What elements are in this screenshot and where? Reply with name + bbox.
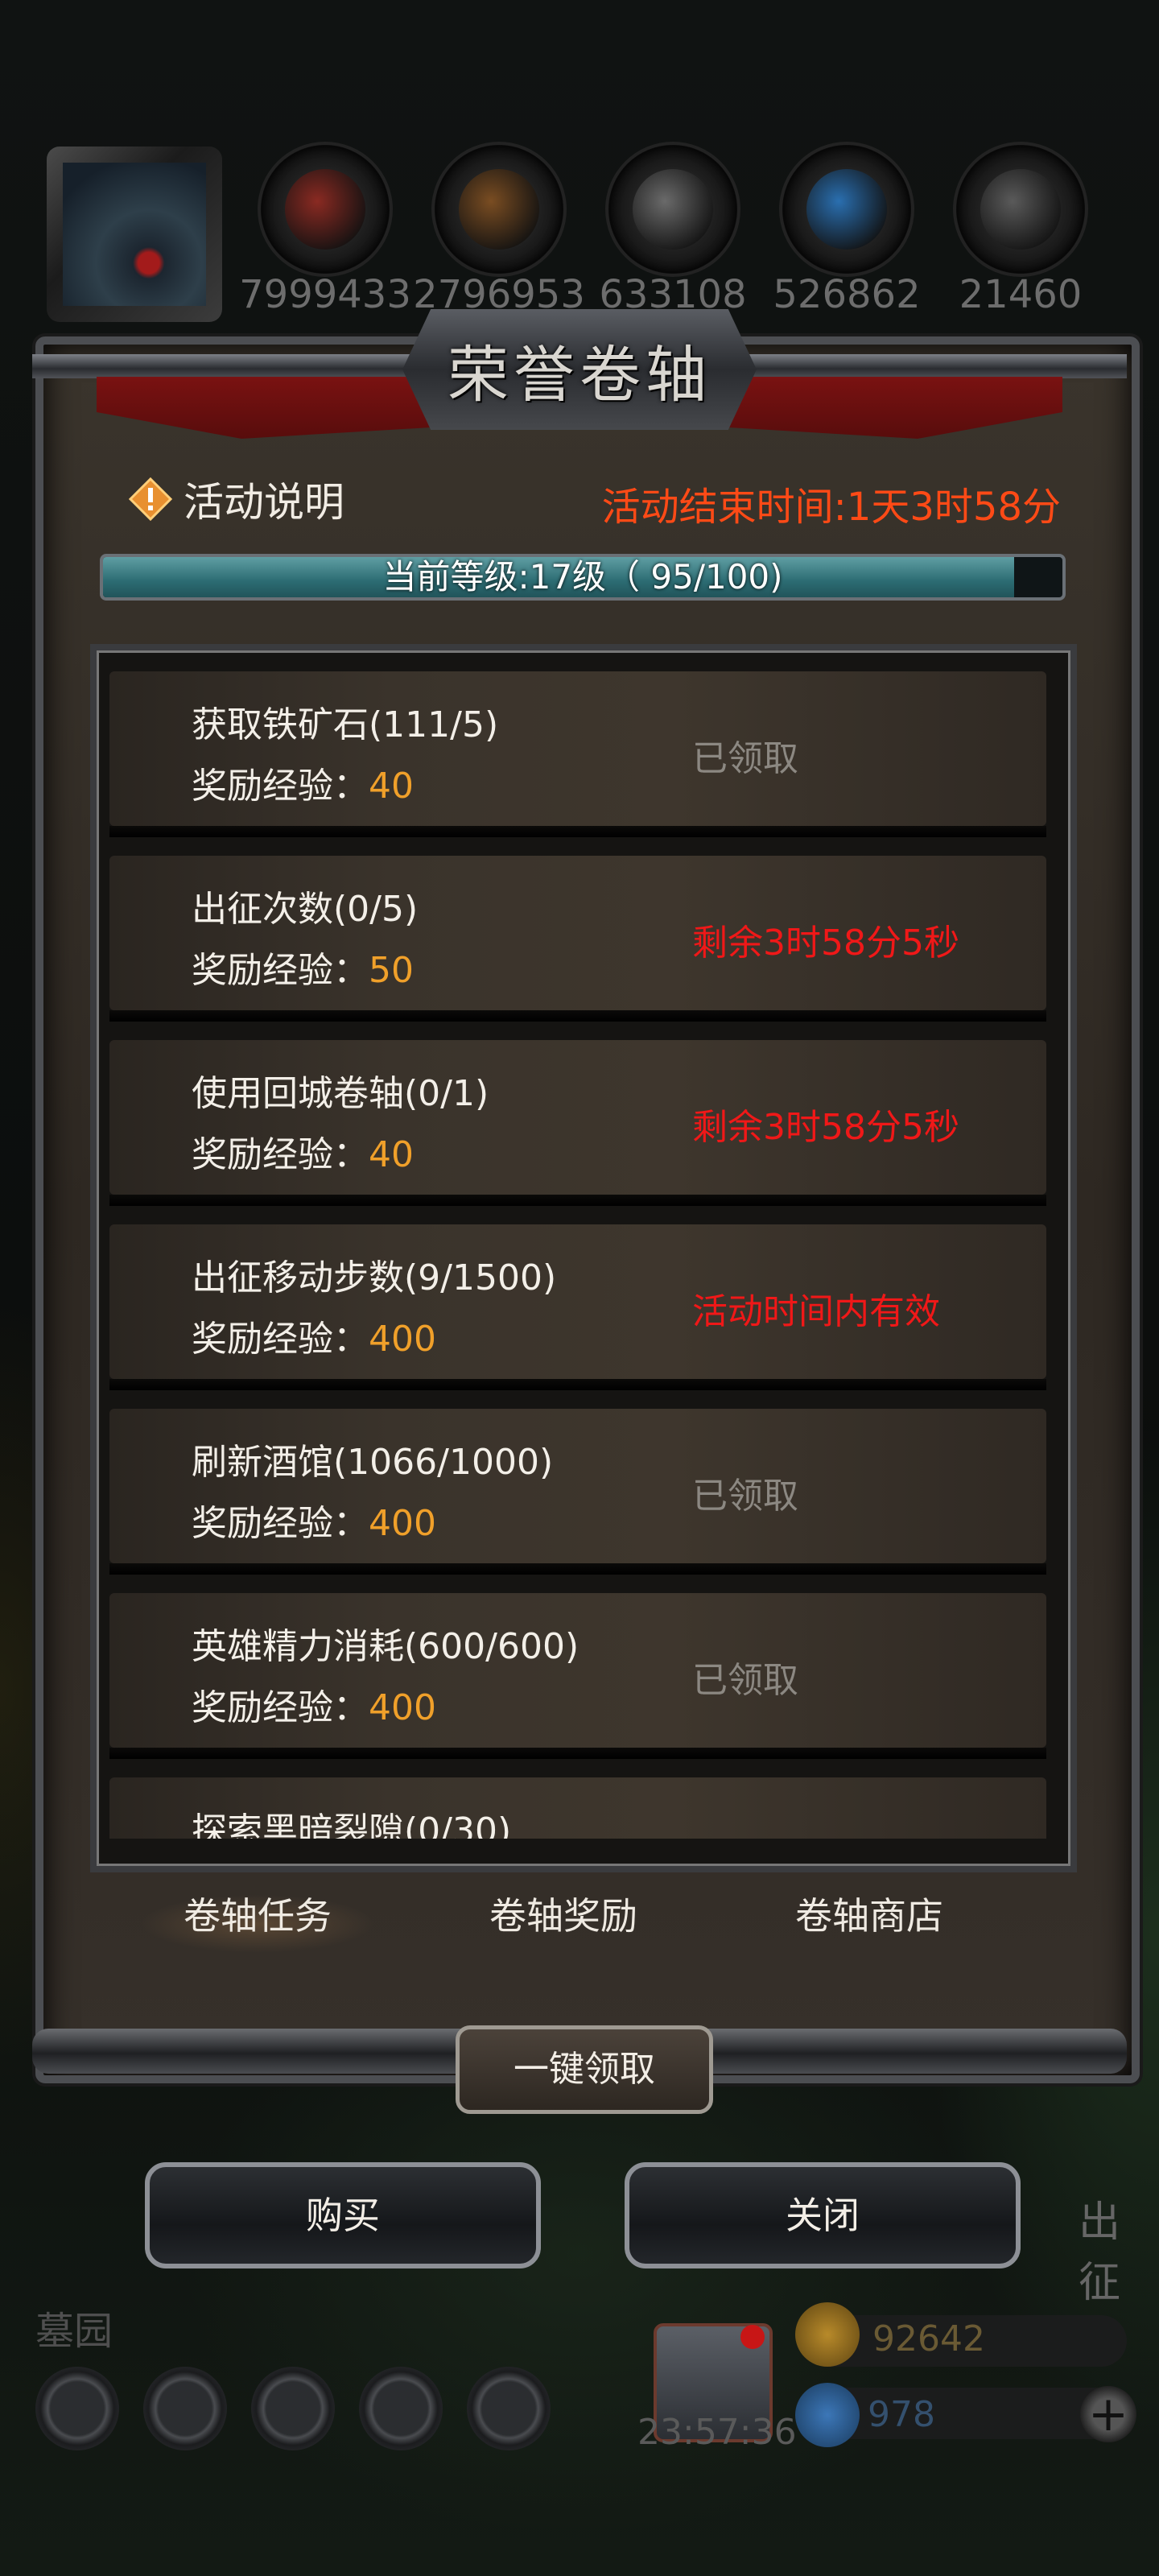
task-name: 刷新酒馆(1066/1000) <box>192 1442 554 1483</box>
dialog-title: 荣誉卷轴 <box>448 339 711 411</box>
task-name: 使用回城卷轴(0/1) <box>192 1073 489 1114</box>
tab-shop[interactable]: 卷轴商店 <box>749 1876 990 1956</box>
reward-label: 奖励经验： <box>192 1134 369 1175</box>
claimed-status: 已领取 <box>692 1660 798 1701</box>
reward-value: 400 <box>369 1319 436 1360</box>
march-label: 出征 <box>1079 2198 1121 2307</box>
area-label: 墓园 <box>35 2309 113 2354</box>
resource-slot[interactable] <box>608 145 737 274</box>
close-button[interactable]: 关闭 <box>625 2162 1021 2268</box>
resource-slot[interactable] <box>956 145 1085 274</box>
resource-slot[interactable] <box>782 145 911 274</box>
resource-amount: 21460 <box>959 272 1083 317</box>
activity-end-time: 活动结束时间:1天3时58分 <box>601 485 1061 530</box>
gold-amount: 92642 <box>872 2318 985 2359</box>
star-icon[interactable] <box>143 2367 227 2450</box>
iron-ingot-icon <box>633 169 713 250</box>
reward-value: 400 <box>369 1503 436 1544</box>
crystal-icon <box>806 169 887 250</box>
task-timer: 剩余3时58分5秒 <box>692 923 959 964</box>
task-list[interactable]: 获取铁矿石(111/5) 奖励经验：40 已领取 出征次数(0/5) 奖励经验：50 剩余… <box>109 671 1046 1839</box>
reward-label: 奖励经验： <box>192 1503 369 1544</box>
level-progress-text: 当前等级:17级（ 95/100) <box>382 557 783 597</box>
task-timer: 活动时间内有效 <box>692 1291 940 1332</box>
task-row[interactable]: 刷新酒馆(1066/1000) 奖励经验：400 已领取 <box>109 1409 1046 1575</box>
gem-amount: 978 <box>868 2394 935 2435</box>
reward-label: 奖励经验： <box>192 766 369 807</box>
notification-dot <box>740 2325 765 2349</box>
buy-button[interactable]: 购买 <box>145 2162 541 2268</box>
claim-all-button[interactable]: 一键领取 <box>456 2025 713 2114</box>
mail-icon[interactable] <box>359 2367 443 2450</box>
gift-timer: 23:57:36 <box>637 2412 797 2453</box>
resource-amount: 7999433 <box>239 272 411 317</box>
wood-icon <box>459 169 539 250</box>
level-progress-bar: 当前等级:17级（ 95/100) <box>100 554 1066 601</box>
task-reward: 奖励经验：50 <box>192 941 414 993</box>
task-row[interactable]: 出征移动步数(9/1500) 奖励经验：400 活动时间内有效 <box>109 1224 1046 1390</box>
tab-tasks[interactable]: 卷轴任务 <box>137 1876 378 1956</box>
reward-label: 奖励经验： <box>192 950 369 991</box>
resource-slot[interactable] <box>435 145 563 274</box>
task-reward: 奖励经验：400 <box>192 1310 436 1361</box>
reward-label: 奖励经验： <box>192 1687 369 1728</box>
avatar-portrait <box>63 163 206 306</box>
reward-value: 40 <box>369 1134 414 1175</box>
task-reward: 奖励经验：400 <box>192 1678 436 1730</box>
iron-ore-icon <box>285 169 365 250</box>
scroll-tabs: 卷轴任务 卷轴奖励 卷轴商店 <box>121 1876 1038 1956</box>
task-name: 英雄精力消耗(600/600) <box>192 1626 580 1667</box>
task-name: 出征移动步数(9/1500) <box>192 1257 557 1298</box>
metal-plate-icon <box>980 169 1061 250</box>
shield-icon[interactable] <box>467 2367 551 2450</box>
warning-icon <box>129 477 172 521</box>
resource-amount: 526862 <box>773 272 921 317</box>
gold-coin-icon <box>795 2302 860 2367</box>
task-name: 获取铁矿石(111/5) <box>192 704 499 745</box>
task-name: 出征次数(0/5) <box>192 889 419 930</box>
task-row[interactable]: 探索黑暗裂隙(0/30) <box>109 1777 1046 1839</box>
claimed-status: 已领取 <box>692 738 798 779</box>
claimed-status: 已领取 <box>692 1476 798 1517</box>
task-row[interactable]: 获取铁矿石(111/5) 奖励经验：40 已领取 <box>109 671 1046 837</box>
reward-value: 400 <box>369 1687 436 1728</box>
gem-icon <box>795 2383 860 2447</box>
task-timer: 剩余3时58分5秒 <box>692 1107 959 1148</box>
tab-rewards[interactable]: 卷轴奖励 <box>443 1876 684 1956</box>
player-avatar[interactable] <box>47 147 222 322</box>
activity-info-label: 活动说明 <box>184 479 344 526</box>
task-reward: 奖励经验：40 <box>192 757 414 808</box>
resource-slot[interactable] <box>261 145 390 274</box>
reward-label: 奖励经验： <box>192 1319 369 1360</box>
activity-info-button[interactable]: 活动说明 <box>129 470 344 528</box>
scroll-icon[interactable] <box>251 2367 335 2450</box>
task-row[interactable]: 使用回城卷轴(0/1) 奖励经验：40 剩余3时58分5秒 <box>109 1040 1046 1206</box>
settings-gear-icon[interactable] <box>35 2367 119 2450</box>
add-currency-icon[interactable]: + <box>1080 2386 1136 2442</box>
dialog-title-plate: 荣誉卷轴 <box>402 309 757 430</box>
task-row[interactable]: 英雄精力消耗(600/600) 奖励经验：400 已领取 <box>109 1593 1046 1759</box>
task-reward: 奖励经验：400 <box>192 1494 436 1546</box>
reward-value: 40 <box>369 766 414 807</box>
task-reward: 奖励经验：40 <box>192 1125 414 1177</box>
task-name: 探索黑暗裂隙(0/30) <box>192 1810 512 1839</box>
task-row[interactable]: 出征次数(0/5) 奖励经验：50 剩余3时58分5秒 <box>109 856 1046 1022</box>
reward-value: 50 <box>369 950 414 991</box>
